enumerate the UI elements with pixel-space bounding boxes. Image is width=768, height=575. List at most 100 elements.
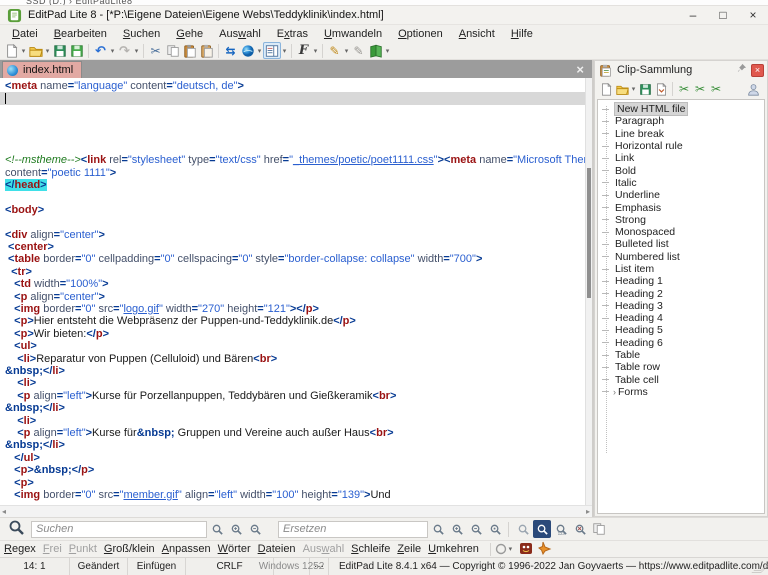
- browser-preview-button[interactable]: [239, 42, 256, 59]
- close-button[interactable]: ×: [738, 6, 768, 24]
- clip-list-item[interactable]: Horizontal rule: [598, 140, 764, 152]
- menu-item[interactable]: Hilfe: [503, 27, 541, 41]
- regexmagic-icon[interactable]: [538, 541, 552, 558]
- search-option-toggle[interactable]: Regex: [4, 543, 36, 555]
- expander-icon[interactable]: ›: [613, 387, 616, 397]
- tab-index-html[interactable]: index.html: [2, 61, 82, 78]
- clip-panel-close-button[interactable]: ×: [751, 64, 764, 77]
- clip-list-item[interactable]: Bulleted list: [598, 238, 764, 250]
- find-next-button[interactable]: [227, 520, 245, 538]
- minimize-button[interactable]: –: [678, 6, 708, 24]
- clip-new-button[interactable]: [598, 81, 614, 98]
- search-option-toggle[interactable]: Schleife: [351, 543, 390, 555]
- clip-list-item[interactable]: › Forms: [598, 386, 764, 398]
- find-first-button[interactable]: [208, 520, 226, 538]
- clip-export-button[interactable]: [653, 81, 669, 98]
- search-option-toggle[interactable]: Anpassen: [162, 543, 211, 555]
- open-file-dropdown-icon[interactable]: ▾: [44, 47, 51, 55]
- search-option-toggle[interactable]: Wörter: [218, 543, 251, 555]
- regexbuddy-icon[interactable]: [519, 541, 533, 558]
- cut-button[interactable]: ✂: [147, 42, 164, 59]
- clip-list-item[interactable]: Emphasis: [598, 201, 764, 213]
- copy-matches-button[interactable]: [590, 520, 608, 538]
- instant-highlight-button[interactable]: [533, 520, 551, 538]
- clip-open-dropdown-icon[interactable]: ▾: [630, 85, 637, 93]
- title-bar[interactable]: EditPad Lite 8 - [*P:\Eigene Dateien\Eig…: [0, 6, 768, 25]
- highlight-matches-button[interactable]: [514, 520, 532, 538]
- clip-list-item[interactable]: Line break: [598, 128, 764, 140]
- clip-list-item[interactable]: Heading 6: [598, 337, 764, 349]
- menu-item[interactable]: Gehe: [168, 27, 211, 41]
- menu-item[interactable]: Bearbeiten: [46, 27, 115, 41]
- search-option-toggle[interactable]: Frei: [43, 543, 62, 555]
- font-dropdown-icon[interactable]: ▾: [312, 47, 319, 55]
- search-input[interactable]: [31, 521, 207, 538]
- find-previous-button[interactable]: [246, 520, 264, 538]
- search-option-toggle[interactable]: Groß/klein: [104, 543, 155, 555]
- font-format-button[interactable]: F: [295, 42, 312, 59]
- side-panels-toggle[interactable]: [263, 42, 281, 59]
- clip-list-item[interactable]: Italic: [598, 177, 764, 189]
- menu-item[interactable]: Optionen: [390, 27, 451, 41]
- redo-button[interactable]: ↷: [116, 42, 133, 59]
- help-book-button[interactable]: [367, 42, 384, 59]
- help-dropdown-icon[interactable]: ▾: [384, 47, 391, 55]
- search-option-toggle[interactable]: Punkt: [69, 543, 97, 555]
- menu-item[interactable]: Suchen: [115, 27, 168, 41]
- save-button[interactable]: [51, 42, 68, 59]
- new-file-dropdown-icon[interactable]: ▾: [20, 47, 27, 55]
- search-option-toggle[interactable]: Zeile: [397, 543, 421, 555]
- replace-next-button[interactable]: [429, 520, 447, 538]
- clip-list-item[interactable]: Table row: [598, 361, 764, 373]
- maximize-button[interactable]: □: [708, 6, 738, 24]
- clip-list-item[interactable]: Heading 3: [598, 300, 764, 312]
- clip-list-item[interactable]: List item: [598, 263, 764, 275]
- clip-save-button[interactable]: [637, 81, 653, 98]
- clip-list-item[interactable]: Table: [598, 349, 764, 361]
- count-matches-button[interactable]: 123: [552, 520, 570, 538]
- save-all-button[interactable]: [68, 42, 85, 59]
- vertical-scrollbar-thumb[interactable]: [587, 168, 591, 298]
- paste-special-button[interactable]: [198, 42, 215, 59]
- clip-list-item[interactable]: Heading 4: [598, 312, 764, 324]
- scroll-right-icon[interactable]: ▸: [586, 507, 590, 516]
- clip-append-icon[interactable]: ✂: [708, 81, 724, 98]
- clip-list-item[interactable]: Heading 5: [598, 324, 764, 336]
- replace-backward-button[interactable]: [467, 520, 485, 538]
- menu-item[interactable]: Ansicht: [451, 27, 503, 41]
- history-dropdown-icon[interactable]: ▾: [507, 545, 514, 553]
- open-file-button[interactable]: [27, 42, 44, 59]
- new-file-button[interactable]: [3, 42, 20, 59]
- menu-item[interactable]: Auswahl: [211, 27, 269, 41]
- code-area[interactable]: <meta name="language" content="deutsch, …: [0, 79, 585, 505]
- clip-list-item[interactable]: Underline: [598, 189, 764, 201]
- scroll-left-icon[interactable]: ◂: [2, 507, 6, 516]
- clip-list-item[interactable]: Strong: [598, 214, 764, 226]
- clip-list-item[interactable]: Monospaced: [598, 226, 764, 238]
- clip-list-item[interactable]: Link: [598, 152, 764, 164]
- replace-input[interactable]: [278, 521, 428, 538]
- browser-dropdown-icon[interactable]: ▾: [256, 47, 263, 55]
- clip-list-item[interactable]: New HTML file: [598, 103, 764, 115]
- replace-prompt-button[interactable]: [486, 520, 504, 538]
- pin-icon[interactable]: [736, 63, 747, 77]
- horizontal-scrollbar[interactable]: ◂ ▸: [0, 505, 592, 517]
- clip-list-item[interactable]: Table cell: [598, 374, 764, 386]
- search-history-dropdown[interactable]: ▾: [495, 543, 514, 555]
- menu-item[interactable]: Umwandeln: [316, 27, 390, 41]
- clip-cut-icon[interactable]: ✂: [676, 81, 692, 98]
- paste-button[interactable]: [181, 42, 198, 59]
- search-option-toggle[interactable]: Umkehren: [428, 543, 479, 555]
- vertical-scrollbar[interactable]: [585, 78, 592, 505]
- clip-list-item[interactable]: Heading 1: [598, 275, 764, 287]
- clip-list-item[interactable]: Heading 2: [598, 287, 764, 299]
- search-option-toggle[interactable]: Auswahl: [303, 543, 345, 555]
- clip-list-item[interactable]: Numbered list: [598, 251, 764, 263]
- search-option-toggle[interactable]: Dateien: [258, 543, 296, 555]
- word-wrap-icon[interactable]: ⇆: [222, 42, 239, 59]
- clip-list-item[interactable]: Paragraph: [598, 115, 764, 127]
- undo-button[interactable]: ↶: [92, 42, 109, 59]
- clear-search-button[interactable]: [571, 520, 589, 538]
- copy-button[interactable]: [164, 42, 181, 59]
- replace-all-button[interactable]: [448, 520, 466, 538]
